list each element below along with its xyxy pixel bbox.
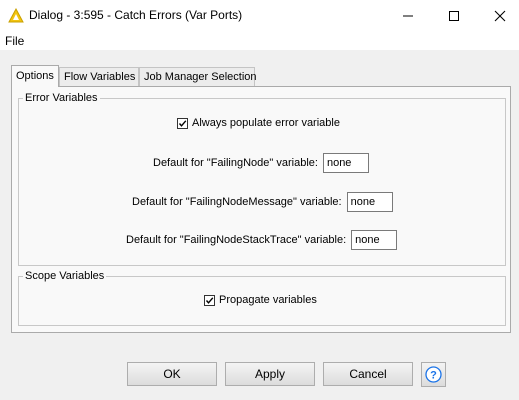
title-bar: Dialog - 3:595 - Catch Errors (Var Ports… — [0, 0, 519, 31]
maximize-button[interactable] — [435, 0, 473, 31]
error-variables-title: Error Variables — [23, 91, 100, 105]
ok-button[interactable]: OK — [127, 362, 217, 386]
propagate-row[interactable]: Propagate variables — [204, 294, 317, 306]
scope-variables-group: Scope Variables Propagate variables — [18, 269, 506, 326]
failing-node-message-label: Default for "FailingNodeMessage" variabl… — [132, 196, 342, 208]
help-button[interactable]: ? — [421, 362, 446, 387]
options-panel: Error Variables Always populate error va… — [11, 86, 511, 333]
menu-bar: File — [0, 31, 519, 50]
failing-node-label: Default for "FailingNode" variable: — [153, 157, 318, 169]
maximize-icon — [449, 10, 459, 21]
failing-node-message-input[interactable] — [346, 192, 393, 212]
scope-variables-title: Scope Variables — [23, 269, 107, 283]
help-icon: ? — [425, 366, 442, 383]
error-variables-group: Error Variables Always populate error va… — [18, 91, 506, 266]
failing-node-message-row: Default for "FailingNodeMessage" variabl… — [132, 192, 393, 212]
failing-node-input[interactable] — [322, 153, 369, 173]
cancel-button[interactable]: Cancel — [323, 362, 413, 386]
failing-node-row: Default for "FailingNode" variable: — [153, 153, 369, 173]
close-icon — [494, 10, 506, 21]
knime-warning-triangle-icon — [8, 8, 24, 23]
tab-options[interactable]: Options — [11, 65, 59, 87]
failing-node-stacktrace-row: Default for "FailingNodeStackTrace" vari… — [126, 230, 398, 250]
minimize-button[interactable] — [389, 0, 427, 31]
tab-flow-variables[interactable]: Flow Variables — [59, 67, 139, 86]
apply-button[interactable]: Apply — [225, 362, 315, 386]
propagate-label: Propagate variables — [219, 294, 317, 306]
failing-node-stacktrace-label: Default for "FailingNodeStackTrace" vari… — [126, 234, 347, 246]
window-title: Dialog - 3:595 - Catch Errors (Var Ports… — [29, 8, 243, 22]
failing-node-stacktrace-input[interactable] — [351, 230, 398, 250]
propagate-checkbox[interactable] — [204, 294, 215, 306]
always-populate-label: Always populate error variable — [192, 117, 340, 129]
always-populate-row[interactable]: Always populate error variable — [177, 117, 340, 129]
checkmark-icon — [205, 296, 214, 304]
svg-text:?: ? — [430, 370, 437, 382]
minimize-icon — [403, 15, 413, 16]
close-button[interactable] — [481, 0, 519, 31]
menu-file[interactable]: File — [5, 34, 24, 48]
checkmark-icon — [178, 119, 187, 127]
tab-job-manager-selection[interactable]: Job Manager Selection — [139, 67, 257, 86]
always-populate-checkbox[interactable] — [177, 117, 188, 129]
